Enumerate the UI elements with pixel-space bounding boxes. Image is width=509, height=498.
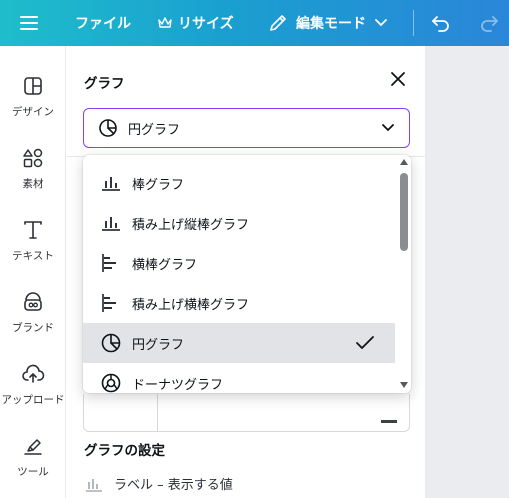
chart-type-dropdown: 棒グラフ 積み上げ縦棒グラフ 横棒グラフ 積み上げ横棒グラフ 円グラフ ドーナツ… (83, 155, 411, 393)
dropdown-item-label: 円グラフ (132, 337, 185, 353)
rail-item-upload[interactable]: アップロード (0, 362, 66, 407)
redo-button[interactable] (478, 0, 500, 46)
pie-chart-icon (99, 119, 117, 137)
rail-item-elements[interactable]: 素材 (0, 146, 66, 191)
close-button[interactable] (387, 68, 409, 90)
rail-item-text[interactable]: テキスト (0, 218, 66, 263)
chart-settings-title: グラフの設定 (84, 443, 165, 459)
crown-icon (158, 17, 172, 28)
dropdown-item-label: 棒グラフ (132, 177, 185, 193)
rail-item-brand[interactable]: ブランド (0, 290, 66, 335)
panel-title: グラフ (84, 76, 125, 92)
scroll-down-arrow-icon[interactable] (400, 382, 408, 388)
undo-button[interactable] (430, 0, 452, 46)
pencil-icon (270, 15, 286, 31)
bar-chart-icon (102, 177, 120, 191)
bar-chart-icon (86, 478, 102, 492)
canvas-area[interactable] (425, 46, 509, 498)
file-menu-label: ファイル (75, 16, 131, 32)
hamburger-icon (20, 16, 38, 30)
undo-icon (432, 16, 449, 32)
resize-button[interactable]: リサイズ (158, 0, 234, 46)
design-icon (21, 74, 45, 98)
stacked-bar-chart-icon (102, 217, 120, 231)
scrollbar-thumb[interactable] (400, 173, 408, 251)
resize-label: リサイズ (178, 16, 234, 32)
chart-type-selected-label: 円グラフ (128, 122, 181, 138)
file-menu-button[interactable]: ファイル (75, 0, 131, 46)
obscured-field[interactable] (83, 394, 410, 432)
rail-label-tools: ツール (17, 466, 49, 478)
dropdown-item-horizontal-bar[interactable]: 横棒グラフ (83, 243, 395, 283)
label-setting-row[interactable]: ラベル – 表示する値 (84, 474, 233, 493)
field-divider (157, 394, 158, 432)
label-setting-text: ラベル – 表示する値 (114, 478, 233, 493)
dropdown-item-label: ドーナツグラフ (132, 377, 224, 393)
brand-icon (21, 290, 45, 314)
chevron-down-icon (375, 19, 387, 27)
horizontal-bar-chart-icon (102, 254, 116, 272)
dropdown-item-pie[interactable]: 円グラフ (83, 323, 395, 363)
dropdown-item-bar[interactable]: 棒グラフ (83, 163, 395, 203)
rail-label-design: デザイン (12, 106, 54, 118)
topbar-divider (413, 10, 414, 36)
chevron-down-icon (382, 124, 394, 132)
close-icon (391, 72, 405, 86)
dropdown-item-label: 横棒グラフ (132, 257, 198, 273)
dropdown-item-donut[interactable]: ドーナツグラフ (83, 363, 395, 393)
edit-mode-button[interactable]: 編集モード (268, 0, 388, 46)
dropdown-scrollbar[interactable] (397, 155, 411, 393)
dropdown-item-label: 積み上げ縦棒グラフ (132, 217, 250, 233)
redo-icon (481, 16, 498, 32)
rail-label-upload: アップロード (1, 394, 65, 406)
side-rail: デザイン 素材 テキスト ブランド アップロード ツール (0, 46, 66, 498)
dropdown-item-stacked-bar[interactable]: 積み上げ縦棒グラフ (83, 203, 395, 243)
menu-button[interactable] (18, 0, 40, 46)
donut-chart-icon (101, 373, 121, 393)
dropdown-item-label: 積み上げ横棒グラフ (132, 297, 250, 313)
rail-item-tools[interactable]: ツール (0, 434, 66, 479)
rail-label-text: テキスト (12, 250, 54, 262)
rail-item-design[interactable]: デザイン (0, 74, 66, 119)
field-indicator (381, 420, 397, 423)
upload-cloud-icon (21, 362, 45, 386)
checkmark-icon (356, 336, 374, 349)
scroll-up-arrow-icon[interactable] (400, 159, 408, 165)
text-icon (21, 218, 45, 242)
stacked-horizontal-bar-chart-icon (102, 294, 116, 312)
dropdown-item-stacked-horizontal-bar[interactable]: 積み上げ横棒グラフ (83, 283, 395, 323)
edit-mode-label: 編集モード (296, 16, 366, 32)
chart-type-select[interactable]: 円グラフ (83, 108, 410, 148)
rail-label-elements: 素材 (22, 178, 44, 190)
draw-tool-icon (21, 434, 45, 458)
elements-icon (21, 146, 45, 170)
rail-label-brand: ブランド (12, 322, 54, 334)
top-bar: ファイル リサイズ 編集モード (0, 0, 509, 46)
pie-chart-icon (101, 333, 121, 353)
